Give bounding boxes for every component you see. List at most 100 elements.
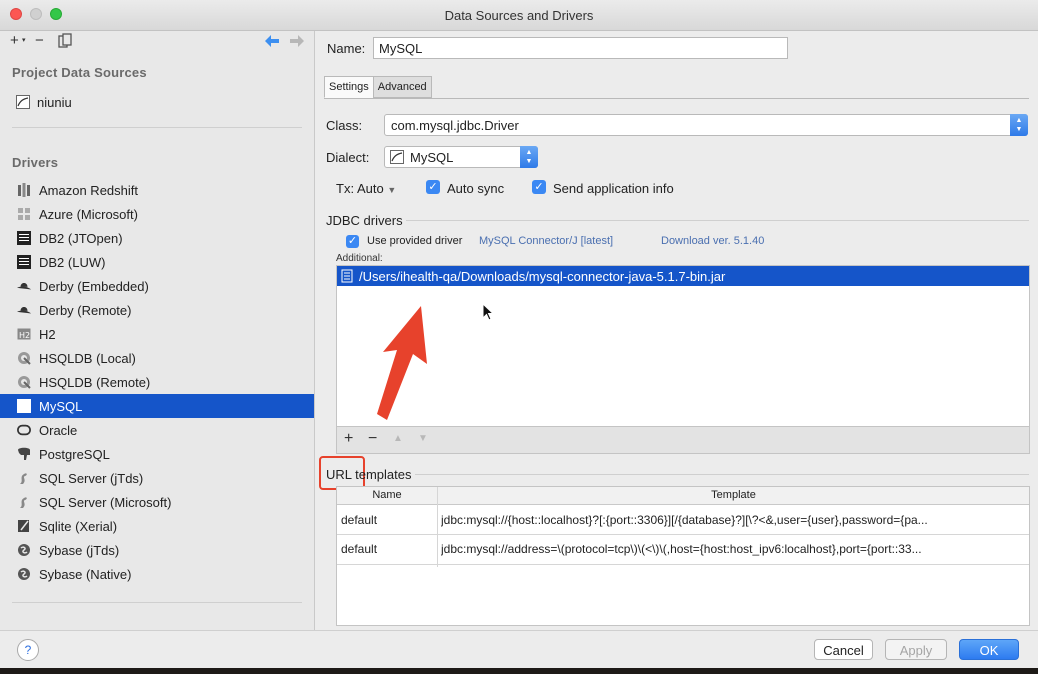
sidebar-item-driver[interactable]: Amazon Redshift	[0, 178, 314, 202]
sidebar-item-driver[interactable]: DB2 (LUW)	[0, 250, 314, 274]
bars-icon	[17, 183, 31, 197]
sidebar-item-label: Sybase (Native)	[39, 566, 132, 582]
mouse-cursor-icon	[482, 302, 495, 324]
add-file-button[interactable]: +	[344, 430, 353, 448]
file-path: /Users/ihealth-qa/Downloads/mysql-connec…	[359, 268, 726, 284]
send-app-info-checkbox[interactable]: ✓	[532, 180, 546, 194]
sidebar-item-driver[interactable]: HSQLDB (Local)	[0, 346, 314, 370]
hsql-icon	[17, 351, 31, 365]
sidebar-item-label: Oracle	[39, 422, 78, 438]
remove-button[interactable]: −	[35, 32, 44, 49]
sidebar-item-label: Derby (Remote)	[39, 302, 132, 318]
table-cell-template[interactable]: jdbc:mysql://{host::localhost}?[:{port::…	[441, 506, 1027, 534]
svg-text:H2: H2	[19, 331, 30, 340]
sidebar-item-label: Sqlite (Xerial)	[39, 518, 118, 534]
add-button[interactable]: +	[10, 32, 19, 49]
settings-tabs: Settings Advanced	[324, 76, 432, 98]
sidebar-item-label: HSQLDB (Remote)	[39, 374, 151, 390]
name-field[interactable]: MySQL	[373, 37, 788, 59]
url-templates-heading: URL templates	[326, 467, 412, 482]
driver-files-toolbar: + − ▲ ▼	[336, 427, 1030, 454]
forward-arrow-icon[interactable]	[289, 34, 305, 52]
sidebar-item-driver[interactable]: SQL Server (jTds)	[0, 466, 314, 490]
sidebar-item-driver[interactable]: H2 H2	[0, 322, 314, 346]
data-source-label: niuniu	[37, 94, 72, 110]
sidebar-item-driver[interactable]: Sybase (Native)	[0, 562, 314, 586]
divider	[12, 602, 302, 603]
tab-settings[interactable]: Settings	[324, 76, 374, 98]
column-header-name[interactable]: Name	[337, 487, 438, 505]
row-divider	[337, 564, 1029, 565]
sidebar-item-label: Azure (Microsoft)	[39, 206, 138, 222]
sybase-icon	[17, 567, 31, 581]
table-cell-name[interactable]: default	[341, 535, 435, 563]
class-label: Class:	[326, 118, 363, 133]
mysql-icon	[17, 399, 31, 413]
title-bar: Data Sources and Drivers	[0, 0, 1038, 31]
add-dropdown-icon[interactable]: ▾	[22, 36, 26, 44]
use-provided-driver-checkbox[interactable]: ✓	[346, 235, 359, 248]
window-title: Data Sources and Drivers	[444, 8, 594, 23]
column-header-template[interactable]: Template	[438, 487, 1029, 505]
url-templates-table: Name Template default jdbc:mysql://{host…	[336, 486, 1030, 626]
move-up-button[interactable]: ▲	[393, 433, 403, 444]
apply-button[interactable]: Apply	[885, 639, 947, 660]
sidebar-item-label: HSQLDB (Local)	[39, 350, 136, 366]
class-combobox[interactable]: com.mysql.jdbc.Driver ▲ ▼	[384, 114, 1028, 136]
chevron-updown-icon: ▲ ▼	[1010, 114, 1028, 136]
sidebar-item-label: DB2 (JTOpen)	[39, 230, 123, 246]
ibm-icon	[17, 231, 31, 245]
table-cell-template[interactable]: jdbc:mysql://address=\(protocol=tcp\)\(<…	[441, 535, 1027, 563]
sidebar-item-driver[interactable]: HSQLDB (Remote)	[0, 370, 314, 394]
table-cell-name[interactable]: default	[341, 506, 435, 534]
hat-icon	[17, 279, 31, 293]
use-provided-driver-label: Use provided driver	[367, 235, 463, 247]
sidebar-item-label: Amazon Redshift	[39, 182, 138, 198]
feather-icon	[17, 519, 31, 533]
oracle-icon	[17, 423, 31, 437]
additional-label: Additional:	[336, 253, 383, 264]
sybase-icon	[17, 543, 31, 557]
data-source-niuniu[interactable]: niuniu	[16, 92, 72, 112]
project-data-sources-heading: Project Data Sources	[12, 65, 147, 80]
provided-driver-link[interactable]: MySQL Connector/J [latest]	[479, 235, 613, 247]
sidebar-item-driver[interactable]: PostgreSQL	[0, 442, 314, 466]
data-sources-dialog: Data Sources and Drivers + ▾ − Project D…	[0, 0, 1038, 668]
sqlserver-icon	[17, 471, 31, 485]
sidebar-item-label: Sybase (jTds)	[39, 542, 120, 558]
move-down-button[interactable]: ▼	[418, 433, 428, 444]
name-label: Name:	[327, 41, 366, 56]
tab-advanced[interactable]: Advanced	[372, 76, 432, 98]
sidebar-item-driver[interactable]: Derby (Embedded)	[0, 274, 314, 298]
divider	[415, 474, 1029, 475]
sidebar-item-driver[interactable]: Azure (Microsoft)	[0, 202, 314, 226]
sidebar-item-label: Derby (Embedded)	[39, 278, 149, 294]
help-button[interactable]: ?	[17, 639, 39, 661]
list-item[interactable]: /Users/ihealth-qa/Downloads/mysql-connec…	[337, 266, 1029, 286]
tx-dropdown[interactable]: Tx: Auto ▼	[336, 181, 396, 196]
duplicate-icon[interactable]	[58, 33, 72, 53]
ok-button[interactable]: OK	[959, 639, 1019, 660]
h2-icon: H2	[17, 327, 31, 341]
sidebar-item-driver[interactable]: Derby (Remote)	[0, 298, 314, 322]
sidebar-item-driver[interactable]: Sqlite (Xerial)	[0, 514, 314, 538]
sidebar-item-driver[interactable]: Oracle	[0, 418, 314, 442]
additional-driver-files-list: /Users/ihealth-qa/Downloads/mysql-connec…	[336, 265, 1030, 427]
divider	[12, 127, 302, 128]
sidebar-item-driver[interactable]: Sybase (jTds)	[0, 538, 314, 562]
auto-sync-checkbox[interactable]: ✓	[426, 180, 440, 194]
chevron-updown-icon: ▲ ▼	[520, 146, 538, 168]
remove-file-button[interactable]: −	[368, 430, 377, 448]
annotation-arrow-icon	[365, 302, 435, 425]
jar-file-icon	[341, 269, 353, 283]
dialect-select[interactable]: MySQL ▲ ▼	[384, 146, 538, 168]
tab-divider	[324, 98, 1029, 99]
sidebar-item-driver[interactable]: SQL Server (Microsoft)	[0, 490, 314, 514]
download-driver-link[interactable]: Download ver. 5.1.40	[661, 235, 764, 247]
cancel-button[interactable]: Cancel	[814, 639, 873, 660]
back-arrow-icon[interactable]	[264, 34, 280, 52]
sidebar-item-label: SQL Server (Microsoft)	[39, 494, 172, 510]
sidebar-item-driver[interactable]: MySQL	[0, 394, 314, 418]
class-value: com.mysql.jdbc.Driver	[391, 118, 519, 133]
sidebar-item-driver[interactable]: DB2 (JTOpen)	[0, 226, 314, 250]
